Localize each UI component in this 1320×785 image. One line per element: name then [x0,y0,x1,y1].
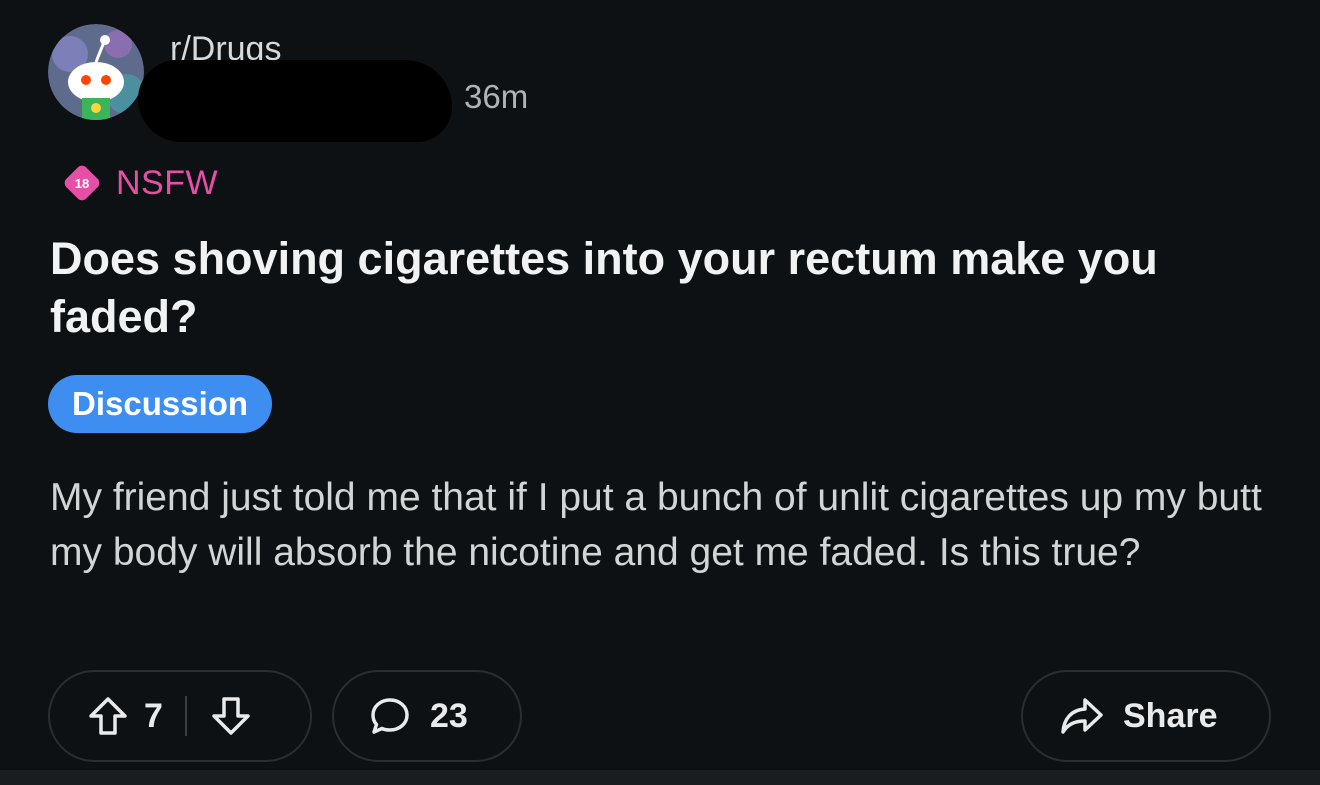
downvote-arrow-icon [212,697,250,735]
comment-count: 23 [430,696,468,735]
post-title[interactable]: Does shoving cigarettes into your rectum… [50,230,1250,346]
downvote-button[interactable] [209,694,253,738]
share-arrow-icon [1059,694,1105,738]
vote-score: 7 [144,696,163,735]
post-flair[interactable]: Discussion [48,375,273,433]
vote-bar: 7 [48,670,312,762]
nsfw-badge-number: 18 [75,176,89,191]
post-card: r/Drugs 36m 18 NSFW Does shoving cigaret… [0,0,1320,770]
nsfw-tag: 18 NSFW [62,163,218,203]
upvote-arrow-icon [89,697,127,735]
nsfw-label: NSFW [116,163,219,202]
nsfw-18-icon: 18 [64,165,100,201]
subreddit-avatar-icon[interactable] [48,24,144,120]
share-button[interactable]: Share [1021,670,1271,762]
bottom-divider [0,770,1320,785]
post-body: My friend just told me that if I put a b… [50,476,1262,574]
redacted-username [138,60,452,142]
upvote-button[interactable] [86,694,130,738]
comment-bubble-icon [368,694,412,738]
comments-button[interactable]: 23 [332,670,522,762]
vote-divider [184,696,187,736]
post-timestamp: 36m [464,78,529,115]
share-label: Share [1123,696,1218,735]
